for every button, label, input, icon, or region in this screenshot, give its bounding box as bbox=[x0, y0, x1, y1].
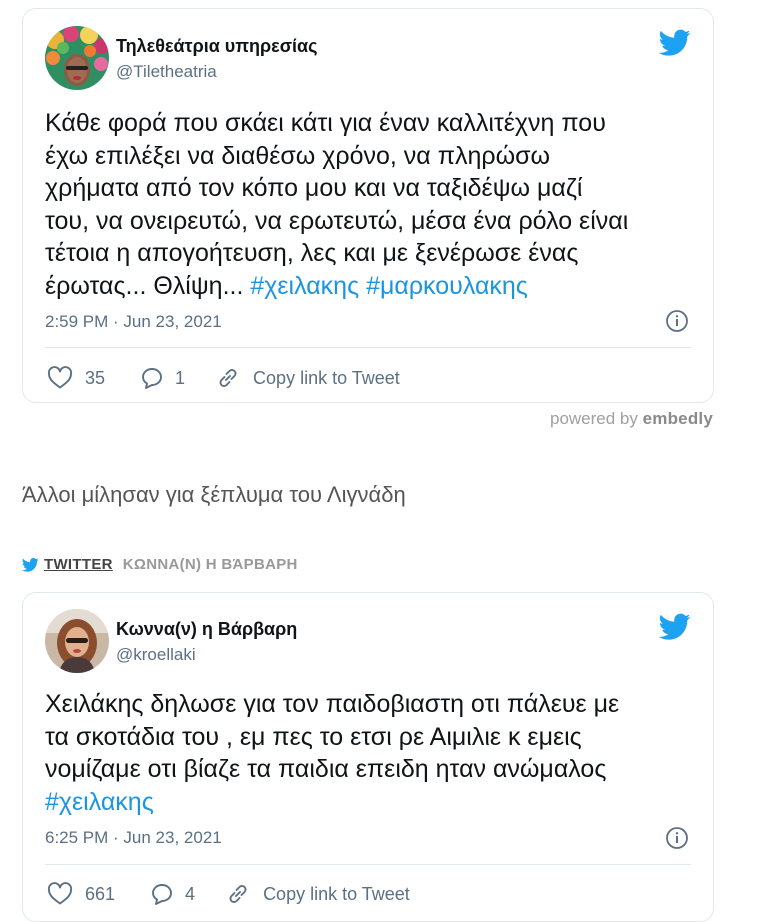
info-icon[interactable] bbox=[665, 309, 689, 333]
like-action[interactable]: 661 bbox=[47, 882, 115, 906]
reply-action[interactable]: 1 bbox=[139, 366, 185, 390]
tweet-timestamp[interactable]: 2:59 PM · Jun 23, 2021 bbox=[45, 312, 222, 332]
like-count: 35 bbox=[85, 367, 106, 388]
author-name[interactable]: Τηλεθεάτρια υπηρεσίας bbox=[116, 36, 317, 57]
hashtag-link[interactable]: #χειλακης bbox=[250, 272, 359, 300]
hashtag-link[interactable]: #χειλακης bbox=[45, 788, 154, 816]
author-name[interactable]: Κωννα(ν) η Βάρβαρη bbox=[116, 619, 297, 640]
link-icon bbox=[229, 885, 247, 903]
tweet-actions: 661 4 Copy link to Tweet bbox=[47, 882, 410, 906]
author-handle[interactable]: @Tiletheatria bbox=[116, 62, 217, 82]
like-count: 661 bbox=[85, 883, 116, 904]
tweet-timestamp[interactable]: 6:25 PM · Jun 23, 2021 bbox=[45, 828, 222, 848]
source-platform-link[interactable]: TWITTER bbox=[44, 556, 113, 573]
divider bbox=[45, 864, 691, 865]
tweet-text: Χειλάκης δηλωσε για τον παιδοβιαστη οτι … bbox=[45, 690, 620, 816]
copy-link-action[interactable]: Copy link to Tweet bbox=[225, 882, 410, 906]
reply-icon bbox=[152, 884, 172, 905]
author-handle[interactable]: @kroellaki bbox=[116, 645, 196, 665]
copy-link-label: Copy link to Tweet bbox=[263, 883, 410, 904]
hashtag-link[interactable]: #μαρκουλακης bbox=[366, 272, 528, 300]
tweet-embed-card: Τηλεθεάτρια υπηρεσίας @Tiletheatria Κάθε… bbox=[22, 8, 714, 403]
copy-link-action[interactable]: Copy link to Tweet bbox=[215, 366, 400, 390]
source-bar: TWITTER ΚΩΝΝΑ(Ν) Η ΒΆΡΒΑΡΗ bbox=[22, 556, 298, 573]
twitter-bird-icon[interactable] bbox=[659, 29, 691, 57]
heart-icon bbox=[47, 882, 73, 905]
avatar[interactable] bbox=[45, 609, 109, 673]
tweet-text: Κάθε φορά που σκάει κάτι για έναν καλλιτ… bbox=[45, 109, 629, 300]
reply-action[interactable]: 4 bbox=[149, 882, 195, 906]
tweet-embed-card: Κωννα(ν) η Βάρβαρη @kroellaki Χειλάκης δ… bbox=[22, 592, 714, 922]
embedly-logo: embedly bbox=[642, 409, 713, 428]
reply-count: 4 bbox=[185, 883, 196, 904]
copy-link-label: Copy link to Tweet bbox=[253, 367, 400, 388]
link-icon bbox=[219, 369, 237, 387]
divider bbox=[45, 347, 691, 348]
source-author: ΚΩΝΝΑ(Ν) Η ΒΆΡΒΑΡΗ bbox=[122, 556, 298, 573]
reply-count: 1 bbox=[175, 367, 186, 388]
info-icon[interactable] bbox=[665, 826, 689, 850]
reply-icon bbox=[142, 368, 162, 389]
section-title: Άλλοι μίλησαν για ξέπλυμα του Λιγνάδη bbox=[22, 482, 406, 507]
powered-by-embedly[interactable]: powered by embedly bbox=[550, 409, 713, 429]
heart-icon bbox=[47, 366, 73, 389]
tweet-actions: 35 1 Copy link to Tweet bbox=[47, 366, 400, 390]
twitter-bird-icon bbox=[22, 557, 39, 572]
twitter-bird-icon[interactable] bbox=[659, 613, 691, 641]
like-action[interactable]: 35 bbox=[47, 366, 105, 390]
avatar[interactable] bbox=[45, 26, 109, 90]
